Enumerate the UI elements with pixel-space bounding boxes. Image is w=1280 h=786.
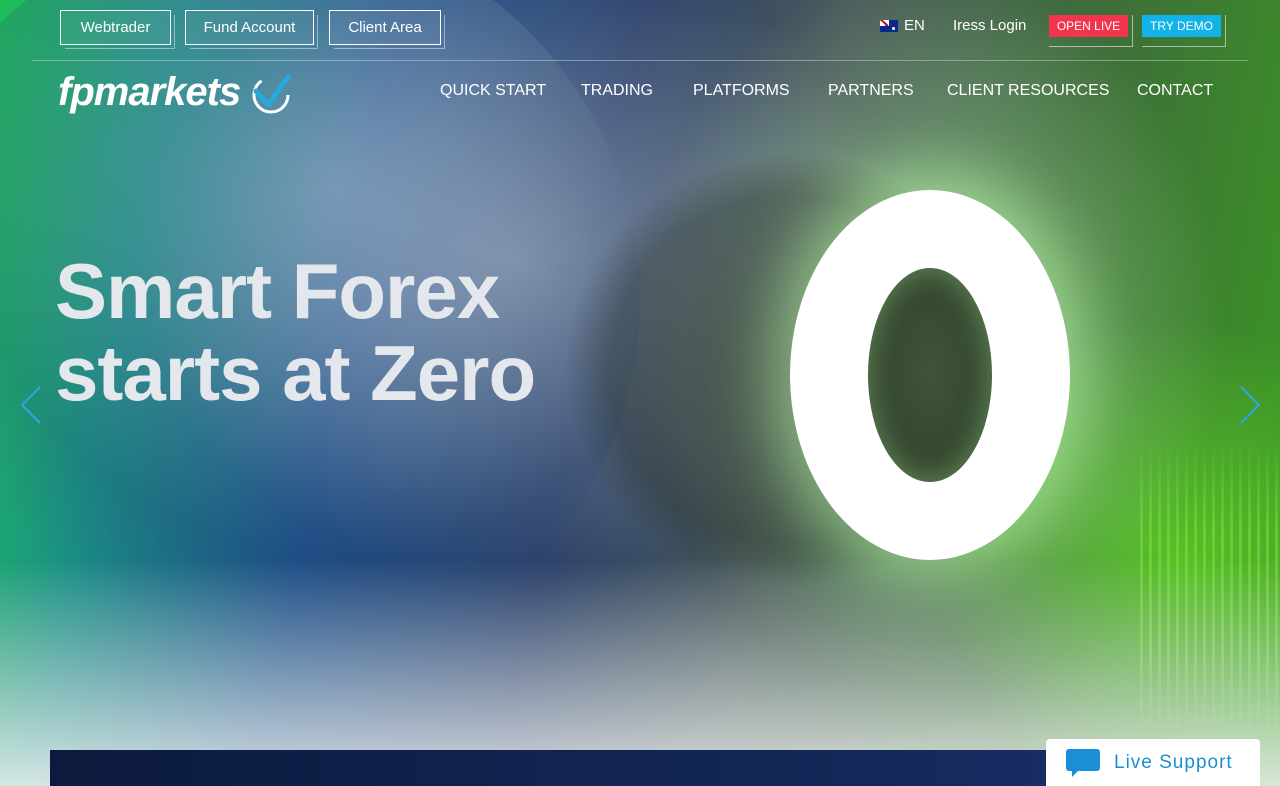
- iress-login-link[interactable]: Iress Login: [953, 17, 1026, 34]
- client-area-button[interactable]: Client Area: [329, 10, 445, 49]
- headline-line-2: starts at Zero: [55, 329, 536, 417]
- nav-trading[interactable]: TRADING: [581, 82, 653, 100]
- try-demo-button[interactable]: TRY DEMO: [1142, 15, 1226, 47]
- language-label: EN: [904, 17, 925, 34]
- chevron-left-icon[interactable]: [20, 385, 42, 425]
- fpmarkets-logo[interactable]: fpmarkets: [58, 70, 292, 115]
- nav-platforms[interactable]: PLATFORMS: [693, 82, 790, 100]
- logo-swoosh-icon: [252, 74, 291, 113]
- header-divider: [32, 60, 1248, 61]
- nav-partners[interactable]: PARTNERS: [828, 82, 914, 100]
- chevron-right-icon[interactable]: [1239, 385, 1261, 425]
- zero-graphic: [790, 190, 1070, 560]
- webtrader-button[interactable]: Webtrader: [60, 10, 175, 49]
- headline-line-1: Smart Forex: [55, 247, 500, 335]
- nav-quick-start[interactable]: QUICK START: [440, 82, 546, 100]
- chat-bubble-icon: [1066, 748, 1100, 777]
- australia-flag-icon: [880, 19, 898, 32]
- open-live-button[interactable]: OPEN LIVE: [1049, 15, 1133, 47]
- language-selector[interactable]: EN: [880, 17, 925, 34]
- hero-headline: Smart Forex starts at Zero: [55, 247, 536, 417]
- live-support-label: Live Support: [1114, 751, 1233, 773]
- nav-contact[interactable]: CONTACT: [1137, 82, 1213, 100]
- logo-wordmark: fpmarkets: [58, 70, 241, 114]
- fund-account-button[interactable]: Fund Account: [185, 10, 318, 49]
- nav-client-resources[interactable]: CLIENT RESOURCES: [947, 82, 1109, 100]
- live-support-button[interactable]: Live Support: [1046, 739, 1260, 786]
